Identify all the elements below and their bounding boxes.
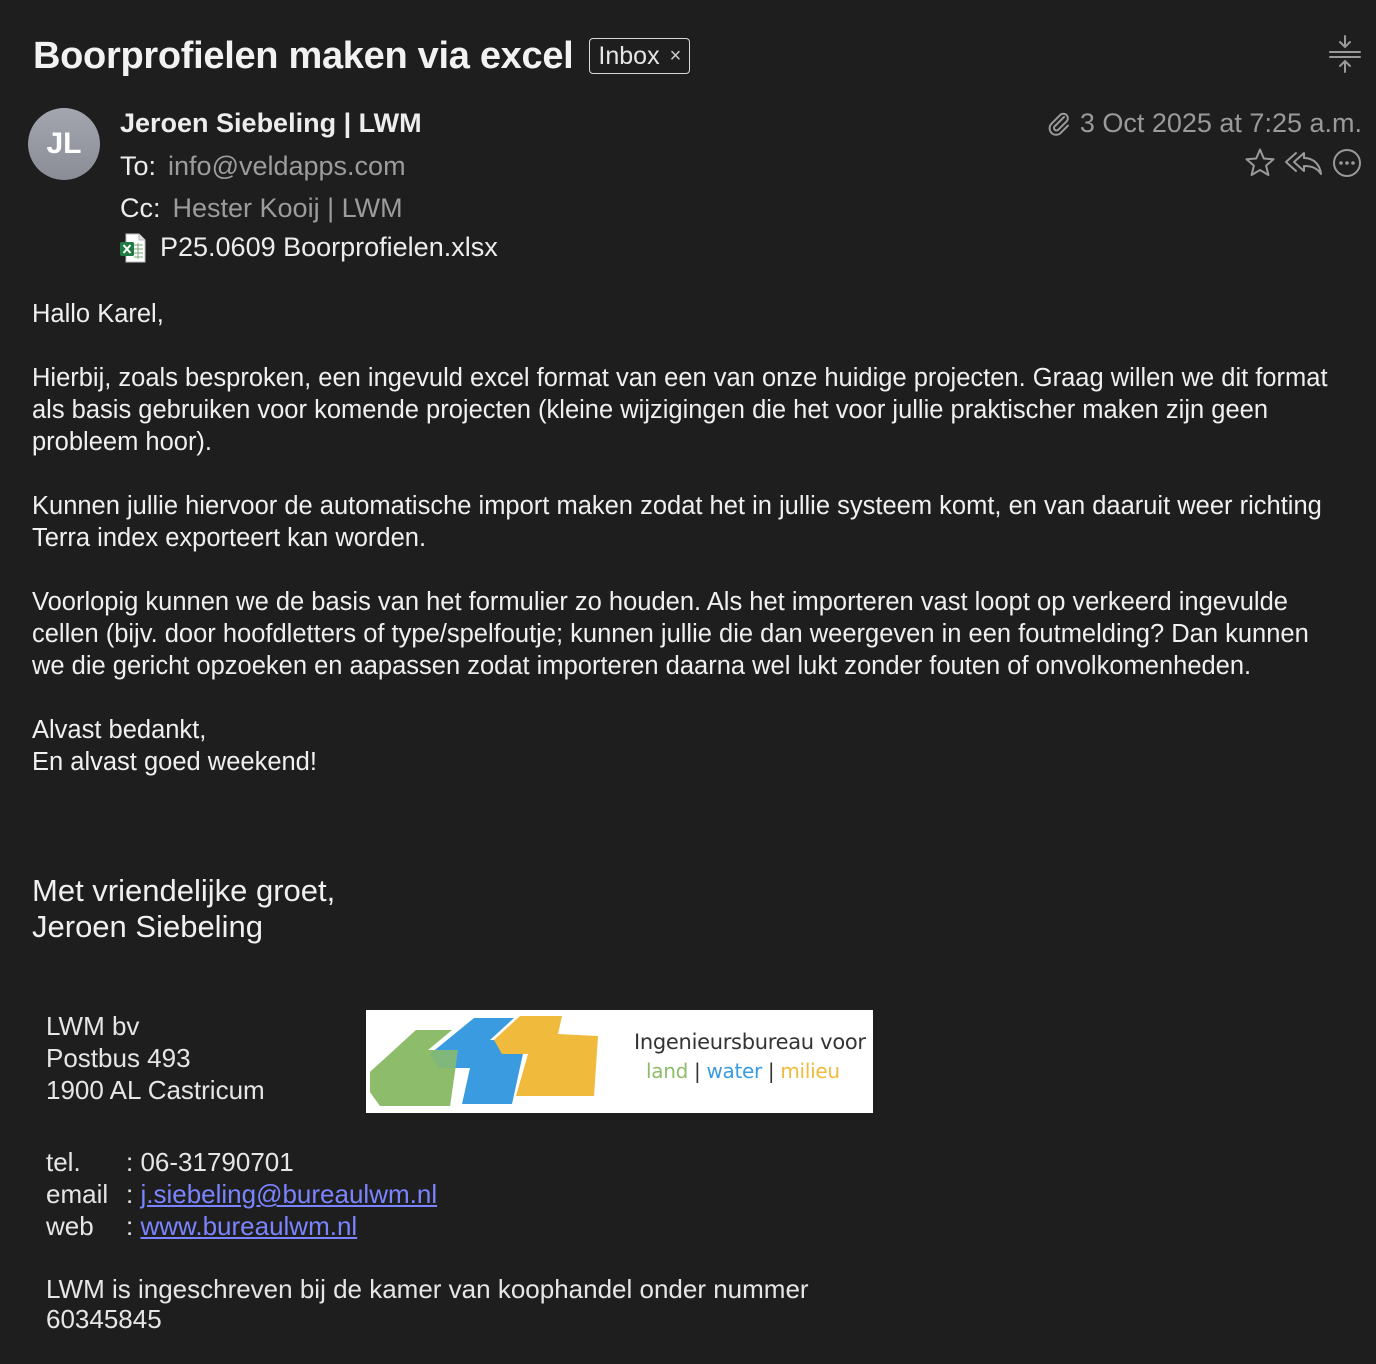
kvk-notice: LWM is ingeschreven bij de kamer van koo…	[46, 1274, 809, 1334]
city: 1900 AL Castricum	[46, 1075, 265, 1105]
closing-line: En alvast goed weekend!	[32, 748, 317, 776]
date-row: 3 Oct 2025 at 7:25 a.m.	[1046, 108, 1362, 139]
received-date: 3 Oct 2025 at 7:25 a.m.	[1079, 108, 1362, 138]
cc-recipient[interactable]: Hester Kooij | LWM	[173, 193, 403, 223]
mailbox-badge-label: Inbox	[598, 41, 660, 70]
excel-file-icon	[120, 233, 146, 262]
contact-web: web : www.bureaulwm.nl	[46, 1210, 437, 1242]
collapse-icon[interactable]	[1328, 34, 1362, 74]
greeting: Hallo Karel,	[32, 300, 164, 328]
email-subject: Boorprofielen maken via excel	[33, 35, 574, 77]
web-separator: :	[126, 1211, 141, 1241]
email-label: email	[46, 1179, 109, 1209]
signature-address: LWM bv Postbus 493 1900 AL Castricum	[46, 1010, 265, 1106]
po-box: Postbus 493	[46, 1043, 191, 1073]
email-link[interactable]: j.siebeling@bureaulwm.nl	[140, 1178, 437, 1210]
avatar[interactable]: JL	[28, 108, 100, 180]
contact-email: email : j.siebeling@bureaulwm.nl	[46, 1178, 437, 1210]
email-separator: :	[126, 1179, 141, 1209]
body-paragraph: Voorlopig kunnen we de basis van het for…	[32, 588, 1309, 680]
contact-tel: tel. : 06-31790701	[46, 1146, 437, 1178]
signature-name: Jeroen Siebeling	[32, 909, 263, 944]
signature-regards: Met vriendelijke groet,	[32, 873, 336, 908]
logo-tagline: Ingenieursbureau voor	[634, 1030, 866, 1054]
tel-value: : 06-31790701	[126, 1147, 294, 1177]
to-recipient[interactable]: info@veldapps.com	[168, 151, 406, 181]
reply-all-icon	[1285, 152, 1322, 175]
star-icon	[1245, 148, 1275, 176]
attachment-item[interactable]: P25.0609 Boorprofielen.xlsx	[120, 232, 498, 263]
message-actions	[1244, 147, 1362, 179]
star-button[interactable]	[1244, 147, 1276, 179]
email-viewer: Boorprofielen maken via excel Inbox × JL…	[0, 0, 1376, 1364]
cc-label: Cc:	[120, 193, 161, 223]
company-logo: Ingenieursbureau voor land | water | milieu	[366, 1010, 873, 1113]
attachment-filename: P25.0609 Boorprofielen.xlsx	[160, 232, 498, 262]
subject-row: Boorprofielen maken via excel Inbox ×	[33, 32, 691, 80]
more-button[interactable]	[1332, 148, 1362, 178]
body-paragraph: Hierbij, zoals besproken, een ingevuld e…	[32, 364, 1328, 456]
message-body: Hallo Karel, Hierbij, zoals besproken, e…	[32, 298, 1342, 778]
company-name: LWM bv	[46, 1011, 140, 1041]
web-label: web	[46, 1211, 94, 1241]
lwm-logo-mark	[370, 1016, 598, 1106]
paperclip-icon	[1048, 112, 1069, 136]
to-row: To: info@veldapps.com	[120, 151, 406, 182]
to-label: To:	[120, 151, 157, 181]
tel-label: tel.	[46, 1147, 81, 1177]
logo-water: water	[706, 1059, 762, 1083]
mailbox-badge[interactable]: Inbox ×	[589, 38, 691, 74]
website-link[interactable]: www.bureaulwm.nl	[140, 1210, 357, 1242]
sender-name[interactable]: Jeroen Siebeling | LWM	[120, 108, 422, 139]
reply-all-button[interactable]	[1284, 147, 1324, 179]
logo-land: land	[646, 1059, 688, 1083]
body-paragraph: Kunnen jullie hiervoor de automatische i…	[32, 492, 1322, 552]
logo-subline: land | water | milieu	[646, 1059, 840, 1083]
cc-row: Cc: Hester Kooij | LWM	[120, 193, 403, 224]
more-options-icon	[1333, 149, 1361, 177]
logo-milieu: milieu	[780, 1059, 840, 1083]
contact-details: tel. : 06-31790701 email : j.siebeling@b…	[46, 1146, 437, 1242]
signature-greeting: Met vriendelijke groet, Jeroen Siebeling	[32, 873, 335, 945]
closing-line: Alvast bedankt,	[32, 716, 207, 744]
close-icon[interactable]: ×	[670, 45, 682, 68]
